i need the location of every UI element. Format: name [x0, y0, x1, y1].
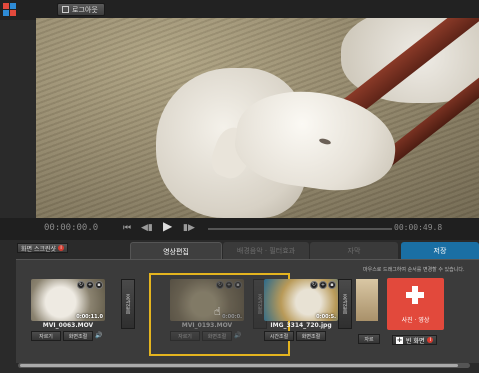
app-logo-icon	[3, 3, 16, 16]
logout-button[interactable]: 로그아웃	[57, 3, 105, 16]
tab-label: 배경음악 · 필터효과	[236, 247, 296, 255]
blank-screen-label: 빈 화면	[406, 337, 425, 345]
tab-label: 저장	[433, 247, 447, 255]
add-media-button[interactable]: 사진 · 영상	[387, 278, 444, 330]
current-time: 00:00:00.0	[44, 223, 99, 233]
volume-icon[interactable]: 🔊	[95, 332, 103, 340]
effect-label: 효과없음	[341, 294, 348, 314]
clip-card[interactable]: ↻ + ▪ 0:00:5. IMG_3314_720.jpg 시간조절 화면조절	[264, 279, 346, 341]
plus-icon: +	[396, 335, 403, 344]
horizontal-scrollbar[interactable]	[18, 363, 470, 368]
tab-label: 영상편집	[163, 247, 189, 256]
info-icon[interactable]: i	[58, 245, 65, 251]
clip-thumbnail[interactable]: ↻ + ▪ 0:00:11.0	[31, 279, 105, 321]
tab-subtitle[interactable]: 자막	[310, 242, 398, 260]
effect-label: 효과없음	[124, 294, 131, 314]
clip-thumbnail-partial[interactable]	[356, 279, 378, 321]
clip-name: MVI_0063.MOV	[42, 322, 94, 329]
step-forward-icon[interactable]: ▮▶	[183, 222, 195, 234]
seek-bar[interactable]	[208, 228, 392, 230]
logout-icon	[62, 6, 69, 13]
cut-button[interactable]: 자르기	[31, 331, 61, 341]
play-icon[interactable]: ▶	[163, 220, 172, 232]
transition-effect-button[interactable]: 효과없음	[338, 279, 352, 329]
clip-thumbnail[interactable]: ↻ + ▪ 0:00:5.	[264, 279, 338, 321]
step-back-icon[interactable]: ◀▮	[141, 222, 153, 234]
tab-music-filter[interactable]: 배경음악 · 필터효과	[223, 242, 309, 260]
delete-icon[interactable]: ▪	[328, 281, 336, 289]
cut-button[interactable]: 자르	[358, 334, 380, 344]
logout-label: 로그아웃	[72, 5, 98, 14]
scrollbar-thumb[interactable]	[20, 364, 458, 367]
clip-actions: ↻ + ▪	[77, 281, 103, 289]
delete-icon[interactable]: ▪	[95, 281, 103, 289]
screen-record-button[interactable]: 화면 스크린샷 i	[17, 243, 69, 253]
clip-card[interactable]: ↻ + ▪ 0:00:11.0 MVI_0063.MOV 자르기 화면조절 🔊	[31, 279, 113, 341]
screen-adjust-button[interactable]: 화면조절	[63, 331, 93, 341]
plus-icon	[406, 286, 424, 304]
tab-video-edit[interactable]: 영상편집	[130, 242, 222, 260]
add-media-label: 사진 · 영상	[401, 317, 430, 324]
info-icon[interactable]: i	[427, 337, 434, 343]
add-blank-screen-button[interactable]: + 빈 화면 i	[392, 335, 438, 345]
add-icon[interactable]: +	[86, 281, 94, 289]
top-bar: 로그아웃	[0, 0, 479, 20]
video-preview[interactable]	[36, 18, 479, 218]
total-time: 00:00:49.8	[394, 223, 443, 232]
app-window: 로그아웃 00:00:00.0 ⏮ ◀▮ ▶ ▮▶ 00:00:49.8 화면 …	[0, 0, 479, 373]
transition-effect-button[interactable]: 효과없음	[121, 279, 135, 329]
clip-buttons: 자르기 화면조절 🔊	[31, 331, 113, 341]
screen-adjust-button[interactable]: 화면조절	[296, 331, 326, 341]
clip-name: IMG_3314_720.jpg	[270, 322, 332, 329]
time-adjust-button[interactable]: 시간조절	[264, 331, 294, 341]
skip-start-icon[interactable]: ⏮	[123, 222, 131, 234]
clip-actions: ↻ + ▪	[310, 281, 336, 289]
rotate-icon[interactable]: ↻	[310, 281, 318, 289]
screen-record-label: 화면 스크린샷	[21, 245, 57, 253]
playback-controls: 00:00:00.0 ⏮ ◀▮ ▶ ▮▶ 00:00:49.8	[0, 218, 479, 240]
clip-duration: 0:00:5.	[316, 314, 336, 320]
clip-duration: 0:00:11.0	[76, 314, 103, 320]
drag-hint: 마우스로 드래그하여 순서를 변경할 수 있습니다.	[363, 267, 465, 273]
add-icon[interactable]: +	[319, 281, 327, 289]
tab-save[interactable]: 저장	[401, 242, 479, 260]
rotate-icon[interactable]: ↻	[77, 281, 85, 289]
clip-buttons: 시간조절 화면조절	[264, 331, 346, 341]
tab-label: 자막	[347, 247, 361, 255]
